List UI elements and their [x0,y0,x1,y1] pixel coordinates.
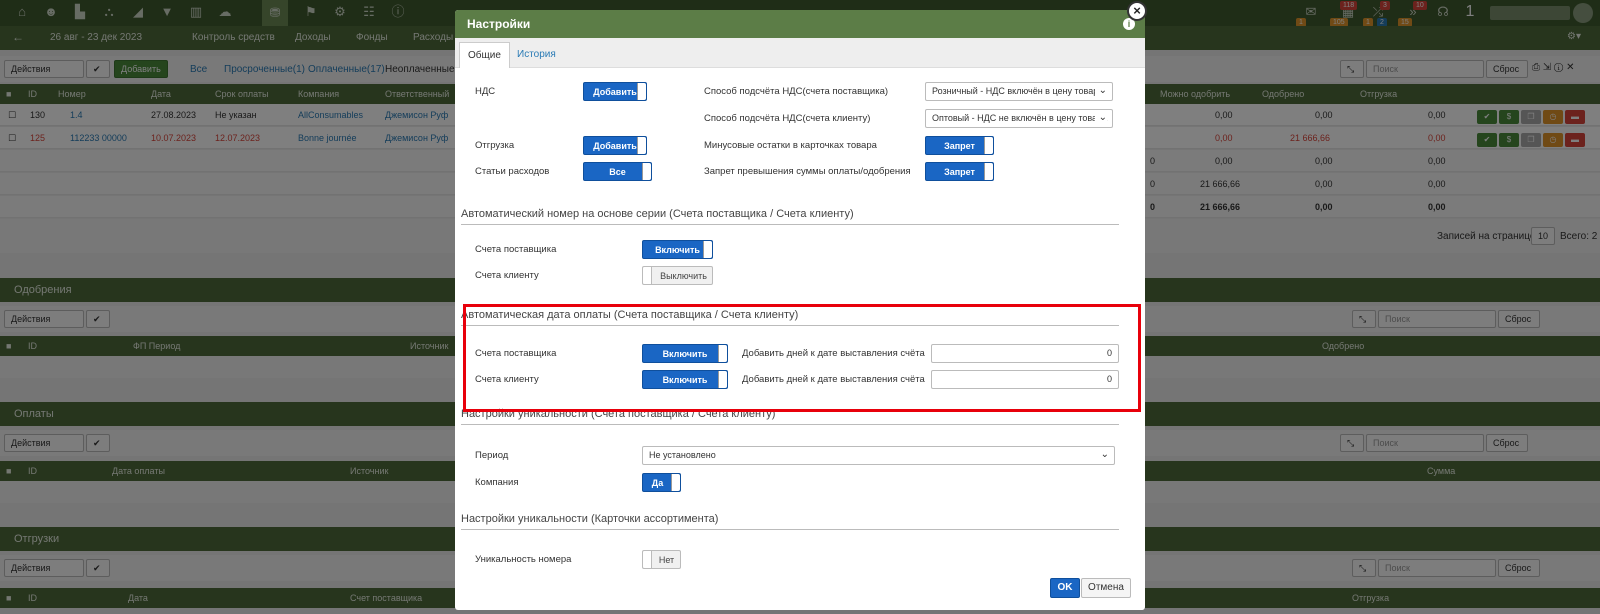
vat-label: НДС [475,86,496,97]
negative-stock-toggle[interactable]: Запрет [925,136,994,155]
vat-supplier-label: Способ подсчёта НДС(счета поставщика) [704,86,889,97]
chevron-down-icon: ⌄ [1096,449,1109,460]
exceed-toggle[interactable]: Запрет [925,162,994,181]
modal-header: Настройки i [455,10,1145,38]
number-uniqueness-toggle[interactable]: Нет [642,550,681,569]
shipment-toggle[interactable]: Добавить [583,136,647,155]
period-value: Не установлено [649,450,716,460]
vat-toggle[interactable]: Добавить [583,82,647,101]
chevron-down-icon: ⌄ [1094,85,1107,96]
modal-title: Настройки [467,17,531,31]
vat-supplier-value: Розничный - НДС включён в цену товара [932,86,1104,96]
ok-button[interactable]: OK [1050,578,1080,598]
auto-number-supplier-toggle[interactable]: Включить [642,240,713,259]
vat-supplier-select[interactable]: Розничный - НДС включён в цену товара ⌄ [925,82,1113,101]
highlight-frame [463,304,1141,412]
vat-client-select[interactable]: Оптовый - НДС не включён в цену товара ⌄ [925,109,1113,128]
close-icon[interactable]: × [1127,1,1147,21]
number-uniqueness-label: Уникальность номера [475,554,572,565]
company-label: Компания [475,477,519,488]
auto-number-client-label: Счета клиенту [475,270,539,281]
cancel-button[interactable]: Отмена [1081,578,1131,598]
vat-client-value: Оптовый - НДС не включён в цену товара [932,113,1108,123]
card-uniqueness-title: Настройки уникальности (Карточки ассорти… [461,513,1119,530]
expense-label: Статьи расходов [475,166,550,177]
negative-stock-label: Минусовые остатки в карточках товара [704,140,877,151]
auto-number-client-toggle[interactable]: Выключить [642,266,713,285]
shipment-label: Отгрузка [475,140,515,151]
expense-toggle[interactable]: Все [583,162,652,181]
exceed-label: Запрет превышения суммы оплаты/одобрения [704,166,911,177]
auto-number-title: Автоматический номер на основе серии (Сч… [461,208,1119,225]
period-label: Период [475,450,509,461]
auto-number-supplier-label: Счета поставщика [475,244,557,255]
tab-general[interactable]: Общие [459,42,510,68]
tab-history[interactable]: История [509,42,564,68]
modal-tabs: Общие История [455,38,1145,68]
period-select[interactable]: Не установлено ⌄ [642,446,1115,465]
chevron-down-icon: ⌄ [1094,112,1107,123]
vat-client-label: Способ подсчёта НДС(счета клиенту) [704,113,871,124]
company-toggle[interactable]: Да [642,473,681,492]
